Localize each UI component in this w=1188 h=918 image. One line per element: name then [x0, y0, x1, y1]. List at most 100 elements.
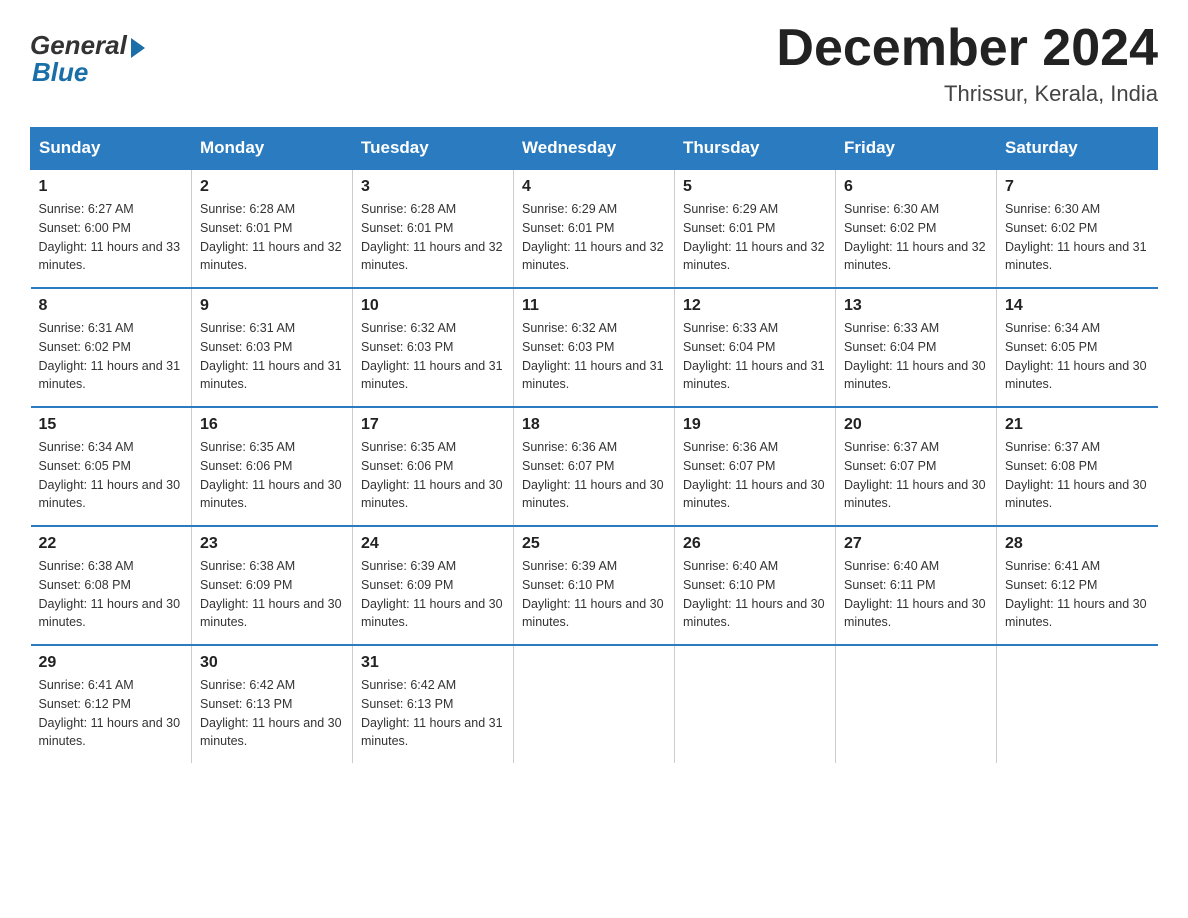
- day-number: 4: [522, 178, 666, 196]
- calendar-cell: 15 Sunrise: 6:34 AM Sunset: 6:05 PM Dayl…: [31, 407, 192, 526]
- calendar-cell: 20 Sunrise: 6:37 AM Sunset: 6:07 PM Dayl…: [836, 407, 997, 526]
- day-info: Sunrise: 6:39 AM Sunset: 6:10 PM Dayligh…: [522, 557, 666, 632]
- calendar-title: December 2024: [776, 20, 1158, 77]
- day-info: Sunrise: 6:34 AM Sunset: 6:05 PM Dayligh…: [39, 438, 184, 513]
- day-number: 21: [1005, 416, 1150, 434]
- calendar-cell: 17 Sunrise: 6:35 AM Sunset: 6:06 PM Dayl…: [353, 407, 514, 526]
- header-wednesday: Wednesday: [514, 128, 675, 170]
- calendar-cell: 26 Sunrise: 6:40 AM Sunset: 6:10 PM Dayl…: [675, 526, 836, 645]
- day-number: 9: [200, 297, 344, 315]
- day-info: Sunrise: 6:35 AM Sunset: 6:06 PM Dayligh…: [200, 438, 344, 513]
- day-info: Sunrise: 6:32 AM Sunset: 6:03 PM Dayligh…: [361, 319, 505, 394]
- calendar-cell: [514, 645, 675, 763]
- day-number: 19: [683, 416, 827, 434]
- calendar-cell: [836, 645, 997, 763]
- calendar-week-row: 1 Sunrise: 6:27 AM Sunset: 6:00 PM Dayli…: [31, 169, 1158, 288]
- day-info: Sunrise: 6:42 AM Sunset: 6:13 PM Dayligh…: [361, 676, 505, 751]
- day-number: 22: [39, 535, 184, 553]
- day-number: 1: [39, 178, 184, 196]
- day-number: 3: [361, 178, 505, 196]
- day-number: 24: [361, 535, 505, 553]
- day-number: 29: [39, 654, 184, 672]
- header-sunday: Sunday: [31, 128, 192, 170]
- calendar-cell: 29 Sunrise: 6:41 AM Sunset: 6:12 PM Dayl…: [31, 645, 192, 763]
- logo-arrow-icon: [131, 38, 145, 58]
- day-number: 17: [361, 416, 505, 434]
- calendar-cell: 28 Sunrise: 6:41 AM Sunset: 6:12 PM Dayl…: [997, 526, 1158, 645]
- day-number: 28: [1005, 535, 1150, 553]
- calendar-week-row: 22 Sunrise: 6:38 AM Sunset: 6:08 PM Dayl…: [31, 526, 1158, 645]
- calendar-cell: 31 Sunrise: 6:42 AM Sunset: 6:13 PM Dayl…: [353, 645, 514, 763]
- calendar-week-row: 29 Sunrise: 6:41 AM Sunset: 6:12 PM Dayl…: [31, 645, 1158, 763]
- day-info: Sunrise: 6:27 AM Sunset: 6:00 PM Dayligh…: [39, 200, 184, 275]
- day-info: Sunrise: 6:41 AM Sunset: 6:12 PM Dayligh…: [39, 676, 184, 751]
- day-info: Sunrise: 6:29 AM Sunset: 6:01 PM Dayligh…: [522, 200, 666, 275]
- calendar-cell: 14 Sunrise: 6:34 AM Sunset: 6:05 PM Dayl…: [997, 288, 1158, 407]
- calendar-subtitle: Thrissur, Kerala, India: [776, 81, 1158, 107]
- day-info: Sunrise: 6:32 AM Sunset: 6:03 PM Dayligh…: [522, 319, 666, 394]
- day-info: Sunrise: 6:36 AM Sunset: 6:07 PM Dayligh…: [683, 438, 827, 513]
- day-number: 15: [39, 416, 184, 434]
- day-number: 16: [200, 416, 344, 434]
- logo-blue-text: Blue: [30, 57, 88, 88]
- calendar-week-row: 15 Sunrise: 6:34 AM Sunset: 6:05 PM Dayl…: [31, 407, 1158, 526]
- title-block: December 2024 Thrissur, Kerala, India: [776, 20, 1158, 107]
- day-info: Sunrise: 6:29 AM Sunset: 6:01 PM Dayligh…: [683, 200, 827, 275]
- calendar-cell: 6 Sunrise: 6:30 AM Sunset: 6:02 PM Dayli…: [836, 169, 997, 288]
- day-info: Sunrise: 6:33 AM Sunset: 6:04 PM Dayligh…: [683, 319, 827, 394]
- calendar-cell: 3 Sunrise: 6:28 AM Sunset: 6:01 PM Dayli…: [353, 169, 514, 288]
- day-info: Sunrise: 6:38 AM Sunset: 6:09 PM Dayligh…: [200, 557, 344, 632]
- calendar-cell: 12 Sunrise: 6:33 AM Sunset: 6:04 PM Dayl…: [675, 288, 836, 407]
- header-thursday: Thursday: [675, 128, 836, 170]
- day-number: 31: [361, 654, 505, 672]
- page-header: General Blue December 2024 Thrissur, Ker…: [30, 20, 1158, 107]
- calendar-cell: 1 Sunrise: 6:27 AM Sunset: 6:00 PM Dayli…: [31, 169, 192, 288]
- day-info: Sunrise: 6:30 AM Sunset: 6:02 PM Dayligh…: [844, 200, 988, 275]
- calendar-cell: 2 Sunrise: 6:28 AM Sunset: 6:01 PM Dayli…: [192, 169, 353, 288]
- day-number: 25: [522, 535, 666, 553]
- day-number: 11: [522, 297, 666, 315]
- calendar-cell: 16 Sunrise: 6:35 AM Sunset: 6:06 PM Dayl…: [192, 407, 353, 526]
- calendar-cell: [997, 645, 1158, 763]
- calendar-cell: 7 Sunrise: 6:30 AM Sunset: 6:02 PM Dayli…: [997, 169, 1158, 288]
- day-number: 27: [844, 535, 988, 553]
- day-info: Sunrise: 6:28 AM Sunset: 6:01 PM Dayligh…: [361, 200, 505, 275]
- day-info: Sunrise: 6:40 AM Sunset: 6:11 PM Dayligh…: [844, 557, 988, 632]
- calendar-cell: 5 Sunrise: 6:29 AM Sunset: 6:01 PM Dayli…: [675, 169, 836, 288]
- day-number: 5: [683, 178, 827, 196]
- calendar-cell: 4 Sunrise: 6:29 AM Sunset: 6:01 PM Dayli…: [514, 169, 675, 288]
- day-info: Sunrise: 6:30 AM Sunset: 6:02 PM Dayligh…: [1005, 200, 1150, 275]
- day-number: 8: [39, 297, 184, 315]
- calendar-cell: 27 Sunrise: 6:40 AM Sunset: 6:11 PM Dayl…: [836, 526, 997, 645]
- calendar-cell: 10 Sunrise: 6:32 AM Sunset: 6:03 PM Dayl…: [353, 288, 514, 407]
- day-info: Sunrise: 6:31 AM Sunset: 6:02 PM Dayligh…: [39, 319, 184, 394]
- calendar-cell: 19 Sunrise: 6:36 AM Sunset: 6:07 PM Dayl…: [675, 407, 836, 526]
- header-friday: Friday: [836, 128, 997, 170]
- day-number: 23: [200, 535, 344, 553]
- header-saturday: Saturday: [997, 128, 1158, 170]
- header-tuesday: Tuesday: [353, 128, 514, 170]
- calendar-cell: 24 Sunrise: 6:39 AM Sunset: 6:09 PM Dayl…: [353, 526, 514, 645]
- calendar-cell: 21 Sunrise: 6:37 AM Sunset: 6:08 PM Dayl…: [997, 407, 1158, 526]
- day-number: 6: [844, 178, 988, 196]
- calendar-header-row: SundayMondayTuesdayWednesdayThursdayFrid…: [31, 128, 1158, 170]
- day-number: 20: [844, 416, 988, 434]
- day-number: 12: [683, 297, 827, 315]
- calendar-cell: 11 Sunrise: 6:32 AM Sunset: 6:03 PM Dayl…: [514, 288, 675, 407]
- day-info: Sunrise: 6:31 AM Sunset: 6:03 PM Dayligh…: [200, 319, 344, 394]
- day-info: Sunrise: 6:41 AM Sunset: 6:12 PM Dayligh…: [1005, 557, 1150, 632]
- calendar-cell: 22 Sunrise: 6:38 AM Sunset: 6:08 PM Dayl…: [31, 526, 192, 645]
- calendar-cell: 13 Sunrise: 6:33 AM Sunset: 6:04 PM Dayl…: [836, 288, 997, 407]
- calendar-cell: [675, 645, 836, 763]
- header-monday: Monday: [192, 128, 353, 170]
- calendar-table: SundayMondayTuesdayWednesdayThursdayFrid…: [30, 127, 1158, 763]
- day-info: Sunrise: 6:33 AM Sunset: 6:04 PM Dayligh…: [844, 319, 988, 394]
- day-info: Sunrise: 6:42 AM Sunset: 6:13 PM Dayligh…: [200, 676, 344, 751]
- day-number: 30: [200, 654, 344, 672]
- calendar-cell: 8 Sunrise: 6:31 AM Sunset: 6:02 PM Dayli…: [31, 288, 192, 407]
- calendar-cell: 23 Sunrise: 6:38 AM Sunset: 6:09 PM Dayl…: [192, 526, 353, 645]
- day-number: 10: [361, 297, 505, 315]
- day-info: Sunrise: 6:35 AM Sunset: 6:06 PM Dayligh…: [361, 438, 505, 513]
- day-number: 14: [1005, 297, 1150, 315]
- calendar-cell: 9 Sunrise: 6:31 AM Sunset: 6:03 PM Dayli…: [192, 288, 353, 407]
